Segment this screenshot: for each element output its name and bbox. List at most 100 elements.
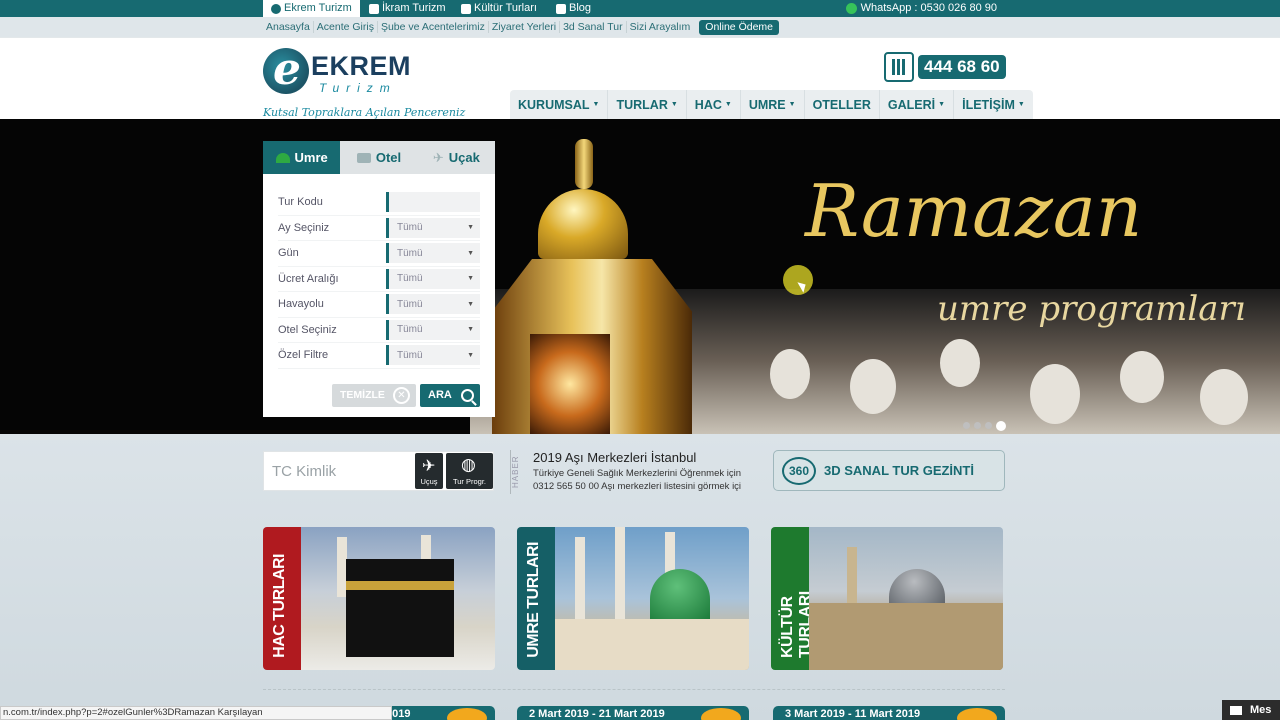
hero-slider[interactable]: Ramazan umre programları	[0, 119, 1280, 434]
news-title[interactable]: 2019 Aşı Merkezleri İstanbul	[533, 450, 696, 465]
filter-select[interactable]: Tümü ▼	[386, 345, 480, 366]
tour-date-bar[interactable]: 3 Mart 2019 - 11 Mart 2019	[773, 706, 1005, 720]
kaaba-image	[301, 527, 495, 670]
search-tab-otel[interactable]: Otel	[340, 141, 418, 174]
search-button[interactable]: ARA	[420, 383, 480, 407]
subnav-3d-sanal-tur[interactable]: 3d Sanal Tur	[560, 21, 627, 33]
chevron-down-icon: ▼	[467, 300, 474, 308]
subnav-sube-acentelerimiz[interactable]: Şube ve Acentelerimiz	[378, 21, 489, 33]
slider-dot-active[interactable]	[996, 421, 1006, 431]
tour-search-panel: Umre Otel ✈ Uçak Tur Kodu Ay Seçiniz Tümü ▼…	[263, 141, 495, 417]
main-nav: KURUMSAL ▼ TURLAR ▼ HAC ▼ UMRE ▼ OTELLER GALERİ ▼ İ…	[510, 90, 1033, 120]
logo-sub: Turizm	[319, 81, 397, 95]
tab-ikram-turizm[interactable]: İkram Turizm	[369, 0, 446, 17]
subnav-anasayfa[interactable]: Anasayfa	[263, 21, 314, 33]
card-umre-turlari[interactable]: UMRE TURLARI	[517, 527, 749, 670]
chevron-down-icon: ▼	[467, 351, 474, 359]
phone-contact[interactable]: 444 68 60	[884, 52, 1006, 82]
subnav-sizi-arayalim[interactable]: Sizi Arayalım	[627, 21, 694, 33]
nav-item-umre[interactable]: UMRE ▼	[739, 90, 804, 120]
news-tag: HABER	[510, 450, 524, 494]
search-field-row: Otel Seçiniz Tümü ▼	[278, 318, 480, 343]
nav-item-turlar[interactable]: TURLAR ▼	[607, 90, 685, 120]
field-label: Ücret Aralığı	[278, 272, 339, 285]
envelope-icon	[1230, 705, 1242, 715]
search-field-row: Ay Seçiniz Tümü ▼	[278, 216, 480, 241]
search-tab-ucak[interactable]: ✈ Uçak	[417, 141, 495, 174]
cursor-highlight	[783, 265, 813, 295]
kaaba-icon	[275, 152, 290, 163]
phone-number: 444 68 60	[918, 55, 1006, 79]
ikram-icon	[369, 3, 379, 14]
whatsapp-contact[interactable]: WhatsApp : 0530 026 80 90	[845, 0, 997, 17]
chevron-down-icon: ▼	[467, 224, 474, 232]
tab-kultur-turlari[interactable]: Kültür Turları	[461, 0, 537, 17]
virtual-tour-button[interactable]: 360 3D SANAL TUR GEZİNTİ	[773, 450, 1005, 491]
chevron-down-icon: ▼	[467, 249, 474, 257]
online-payment-button[interactable]: Online Ödeme	[699, 19, 779, 555]
search-field-row: Özel Filtre Tümü ▼	[278, 343, 480, 369]
tc-kimlik-input[interactable]: TC Kimlik	[272, 463, 336, 480]
messenger-button[interactable]: Mes	[1222, 700, 1280, 720]
hero-title: Ramazan	[805, 169, 1143, 253]
search-field-row: Havayolu Tümü ▼	[278, 292, 480, 318]
card-kultur-turlari[interactable]: KÜLTÜR TURLARI	[771, 527, 1003, 670]
360-icon: 360	[782, 456, 816, 485]
filter-select[interactable]: Tümü ▼	[386, 294, 480, 315]
top-brand-strip: Ekrem Turizm İkram Turizm Kültür Turları…	[0, 0, 1280, 17]
nav-item-oteller[interactable]: OTELLER	[803, 90, 879, 120]
slider-dot[interactable]	[985, 422, 992, 429]
filter-select[interactable]: Tümü ▼	[386, 217, 480, 238]
tour-code-input[interactable]	[386, 192, 480, 213]
search-field-row: Gün Tümü ▼	[278, 241, 480, 267]
chevron-down-icon: ▼	[788, 101, 796, 108]
subnav-acente-giris[interactable]: Acente Giriş	[314, 21, 378, 33]
slider-dot[interactable]	[974, 422, 981, 429]
lantern-image	[480, 119, 700, 434]
whatsapp-icon	[845, 3, 857, 14]
site-header: EKREM Turizm Kutsal Topraklara Açılan Pe…	[0, 37, 1280, 120]
bed-icon	[356, 152, 371, 163]
mosque-icon	[461, 3, 471, 14]
chevron-down-icon: ▼	[1017, 101, 1025, 108]
news-text: Türkiye Geneli Sağlık Merkezlerini Öğren…	[533, 468, 742, 492]
field-label: Özel Filtre	[278, 349, 329, 362]
slider-dot[interactable]	[963, 422, 970, 429]
chevron-down-icon: ▼	[724, 101, 732, 108]
field-label: Otel Seçiniz	[278, 323, 337, 336]
chevron-down-icon: ▼	[467, 275, 474, 283]
field-label: Ay Seçiniz	[278, 221, 330, 234]
site-logo[interactable]: EKREM Turizm Kutsal Topraklara Açılan Pe…	[263, 44, 473, 119]
card-hac-turlari[interactable]: HAC TURLARI	[263, 527, 495, 670]
hero-subtitle: umre programları	[937, 289, 1246, 329]
clear-button[interactable]: TEMİZLE ✕	[332, 383, 416, 407]
field-label: Tur Kodu	[278, 196, 323, 209]
tour-date-bar[interactable]: 2 Mart 2019 - 21 Mart 2019	[517, 706, 749, 720]
price-badge	[957, 708, 997, 720]
tour-program-button[interactable]: Tur Progr.	[446, 453, 493, 489]
chevron-down-icon: ▼	[938, 101, 946, 108]
nav-item-i̇leti̇şi̇m[interactable]: İLETİŞİM ▼	[953, 90, 1033, 120]
chevron-down-icon: ▼	[467, 326, 474, 334]
filter-select[interactable]: Tümü ▼	[386, 319, 480, 340]
ekrem-logo-icon	[271, 3, 281, 14]
nav-item-kurumsal[interactable]: KURUMSAL ▼	[510, 90, 607, 120]
search-form: Tur Kodu Ay Seçiniz Tümü ▼ Gün Tümü ▼ Ücret Ara…	[263, 174, 495, 417]
filter-select[interactable]: Tümü ▼	[386, 243, 480, 264]
filter-select[interactable]: Tümü ▼	[386, 268, 480, 289]
al-aqsa-image	[809, 527, 1003, 670]
search-field-row: Tur Kodu	[278, 190, 480, 216]
nav-item-galeri̇[interactable]: GALERİ ▼	[878, 90, 953, 120]
nav-item-hac[interactable]: HAC ▼	[685, 90, 740, 120]
search-field-row: Ücret Aralığı Tümü ▼	[278, 267, 480, 292]
secondary-nav: Anasayfa Acente Giriş Şube ve Acenteleri…	[263, 19, 779, 555]
subnav-ziyaret-yerleri[interactable]: Ziyaret Yerleri	[489, 21, 561, 33]
search-icon	[461, 388, 474, 402]
section-divider	[263, 689, 1005, 690]
chevron-down-icon: ▼	[670, 101, 678, 108]
flight-button[interactable]: Uçuş	[415, 453, 443, 489]
tab-ekrem-turizm[interactable]: Ekrem Turizm	[263, 0, 360, 17]
logo-name: EKREM	[311, 51, 412, 81]
tab-blog[interactable]: Blog	[556, 0, 591, 17]
search-tab-umre[interactable]: Umre	[263, 141, 341, 174]
